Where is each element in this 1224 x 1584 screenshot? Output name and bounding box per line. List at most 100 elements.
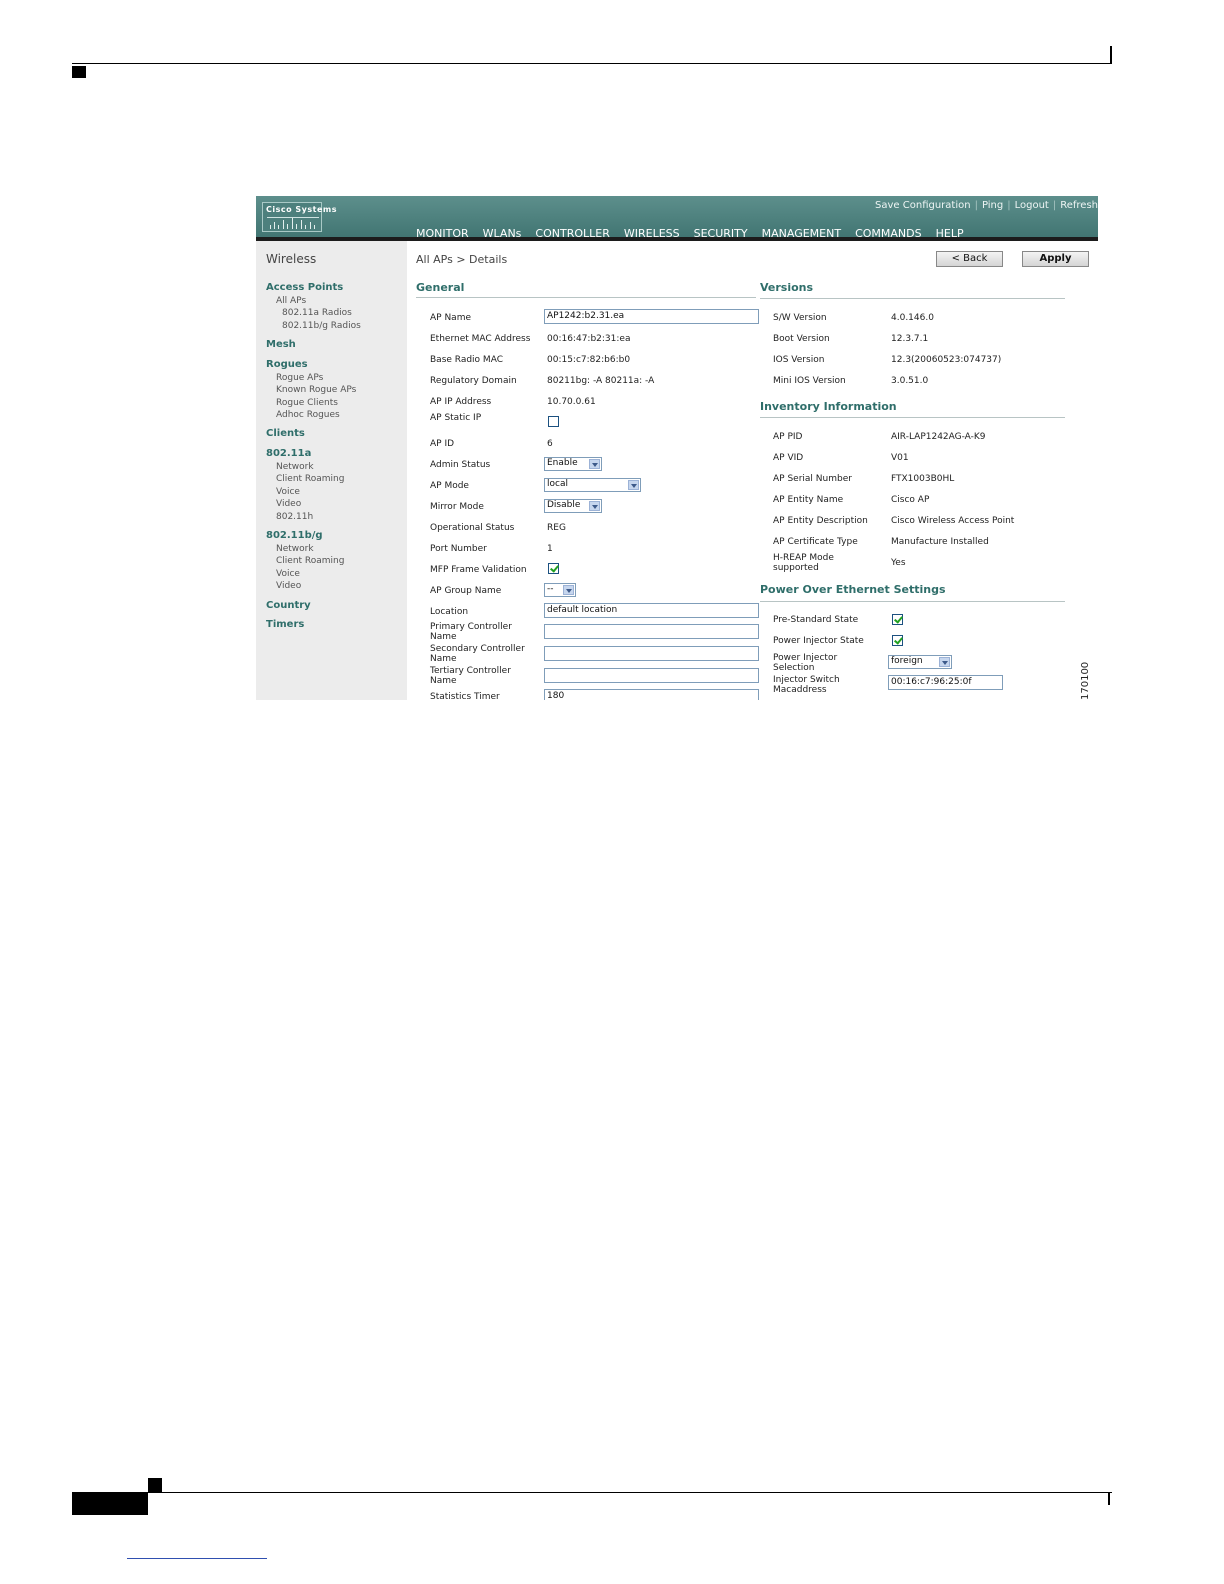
ap-group-select[interactable]: --	[544, 583, 576, 597]
ap-entity-name-value: Cisco AP	[891, 495, 930, 505]
sidebar-rogue-clients[interactable]: Rogue Clients	[276, 398, 338, 408]
back-button[interactable]: < Back	[936, 251, 1003, 267]
ap-entity-description-label: AP Entity Description	[773, 516, 868, 526]
primary-controller-input[interactable]	[544, 624, 759, 639]
sidebar-known-rogue-aps[interactable]: Known Rogue APs	[276, 385, 356, 395]
power-injector-selection-label: Power Injector Selection	[773, 653, 838, 673]
pre-standard-state-label: Pre-Standard State	[773, 615, 859, 625]
sidebar: Wireless Access Points All APs 802.11a R…	[256, 241, 407, 700]
sidebar-a-network[interactable]: Network	[276, 462, 314, 472]
sidebar-80211a[interactable]: 802.11a	[266, 448, 311, 459]
ap-mode-label: AP Mode	[430, 481, 469, 491]
mirror-mode-value: Disable	[547, 500, 581, 510]
ap-pid-label: AP PID	[773, 432, 803, 442]
sidebar-bg-network[interactable]: Network	[276, 544, 314, 554]
chevron-down-icon[interactable]	[939, 657, 950, 667]
sidebar-a-voice[interactable]: Voice	[276, 487, 300, 497]
chevron-down-icon[interactable]	[628, 480, 639, 490]
logout-link[interactable]: Logout	[1015, 200, 1049, 211]
refresh-link[interactable]: Refresh	[1060, 200, 1098, 211]
ap-id-value: 6	[547, 439, 553, 449]
sidebar-adhoc-rogues[interactable]: Adhoc Rogues	[276, 410, 340, 420]
power-injector-state-checkbox[interactable]	[892, 635, 903, 646]
ap-name-input[interactable]: AP1242:b2.31.ea	[544, 309, 759, 324]
regulatory-domain-value: 80211bg: -A 80211a: -A	[547, 376, 655, 386]
sidebar-access-points[interactable]: Access Points	[266, 282, 343, 293]
save-configuration-link[interactable]: Save Configuration	[875, 200, 971, 211]
inventory-heading: Inventory Information	[760, 400, 897, 413]
logo-text: Cisco Systems	[266, 205, 337, 214]
chevron-down-icon[interactable]	[589, 501, 600, 511]
footer-rule	[72, 1492, 1112, 1493]
regulatory-domain-label: Regulatory Domain	[430, 376, 517, 386]
ap-name-label: AP Name	[430, 313, 471, 323]
statistics-timer-input[interactable]: 180	[544, 689, 759, 700]
footer-page-block	[72, 1493, 148, 1515]
chevron-down-icon[interactable]	[589, 459, 600, 469]
footer-link-underline[interactable]	[127, 1558, 267, 1559]
poe-rule	[760, 601, 1065, 602]
ap-ip-label: AP IP Address	[430, 397, 492, 407]
ap-static-ip-checkbox[interactable]	[548, 416, 559, 427]
port-number-label: Port Number	[430, 544, 487, 554]
ethernet-mac-label: Ethernet MAC Address	[430, 334, 531, 344]
controller-screenshot: Cisco Systems Save Configuration | Ping | Lo…	[256, 196, 1098, 700]
sidebar-a-video[interactable]: Video	[276, 499, 301, 509]
ios-version-value: 12.3(20060523:074737)	[891, 355, 1002, 365]
boot-version-label: Boot Version	[773, 334, 830, 344]
sidebar-timers[interactable]: Timers	[266, 619, 304, 630]
sidebar-80211bg-radios[interactable]: 802.11b/g Radios	[282, 321, 361, 331]
sidebar-bg-client-roaming[interactable]: Client Roaming	[276, 556, 344, 566]
operational-status-value: REG	[547, 523, 566, 533]
sidebar-a-80211h[interactable]: 802.11h	[276, 512, 313, 522]
mfp-validation-checkbox[interactable]	[548, 563, 559, 574]
sidebar-rogues[interactable]: Rogues	[266, 359, 308, 370]
ap-entity-description-value: Cisco Wireless Access Point	[891, 516, 1015, 526]
sidebar-rogue-aps[interactable]: Rogue APs	[276, 373, 323, 383]
sidebar-80211a-radios[interactable]: 802.11a Radios	[282, 308, 352, 318]
mirror-mode-select[interactable]: Disable	[544, 499, 602, 513]
ap-certificate-type-label: AP Certificate Type	[773, 537, 858, 547]
sidebar-clients[interactable]: Clients	[266, 428, 305, 439]
main-nav: MONITOR WLANs CONTROLLER WIRELESS SECURITY MA…	[416, 222, 978, 246]
ap-vid-value: V01	[891, 453, 909, 463]
power-injector-selection-select[interactable]: foreign	[888, 655, 952, 669]
location-input[interactable]: default location	[544, 603, 759, 618]
footer-rule-tick	[1108, 1493, 1110, 1505]
sidebar-bg-voice[interactable]: Voice	[276, 569, 300, 579]
admin-status-select[interactable]: Enable	[544, 457, 602, 471]
pre-standard-state-checkbox[interactable]	[892, 614, 903, 625]
chevron-down-icon[interactable]	[563, 585, 574, 595]
poe-heading: Power Over Ethernet Settings	[760, 583, 946, 596]
sidebar-80211bg[interactable]: 802.11b/g	[266, 530, 323, 541]
header-rule-tick	[1110, 46, 1112, 64]
ap-group-value: --	[547, 584, 554, 594]
hreap-mode-value: Yes	[891, 558, 906, 568]
general-rule	[416, 297, 756, 298]
mfp-validation-label: MFP Frame Validation	[430, 565, 527, 575]
sidebar-country[interactable]: Country	[266, 600, 311, 611]
sidebar-a-client-roaming[interactable]: Client Roaming	[276, 474, 344, 484]
base-radio-mac-value: 00:15:c7:82:b6:b0	[547, 355, 631, 365]
ap-serial-label: AP Serial Number	[773, 474, 852, 484]
ap-mode-select[interactable]: local	[544, 478, 641, 492]
injector-switch-mac-input[interactable]: 00:16:c7:96:25:0f	[888, 675, 1003, 690]
breadcrumb: All APs > Details	[416, 253, 508, 266]
ap-mode-value: local	[547, 479, 568, 489]
ping-link[interactable]: Ping	[982, 200, 1003, 211]
boot-version-value: 12.3.7.1	[891, 334, 929, 344]
secondary-controller-input[interactable]	[544, 646, 759, 661]
versions-heading: Versions	[760, 281, 814, 294]
top-banner: Cisco Systems Save Configuration | Ping | Lo…	[256, 196, 1098, 246]
figure-number: 170100	[1080, 661, 1091, 700]
injector-switch-mac-label: Injector Switch Macaddress	[773, 675, 840, 695]
apply-button[interactable]: Apply	[1022, 251, 1089, 267]
sidebar-all-aps[interactable]: All APs	[276, 296, 306, 306]
sidebar-bg-video[interactable]: Video	[276, 581, 301, 591]
tertiary-controller-input[interactable]	[544, 668, 759, 683]
sw-version-value: 4.0.146.0	[891, 313, 934, 323]
mirror-mode-label: Mirror Mode	[430, 502, 484, 512]
power-injector-selection-value: foreign	[891, 656, 923, 666]
sidebar-title: Wireless	[266, 252, 317, 266]
sidebar-mesh[interactable]: Mesh	[266, 339, 296, 350]
